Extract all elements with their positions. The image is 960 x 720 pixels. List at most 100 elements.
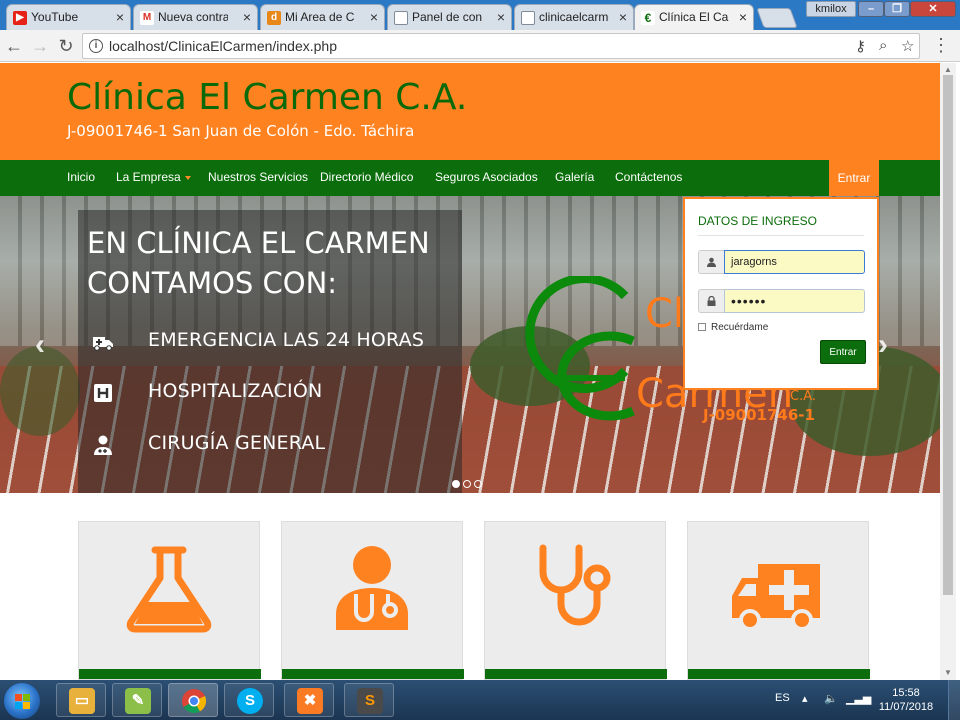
taskbar-chrome[interactable] bbox=[168, 683, 218, 717]
doctor-icon bbox=[336, 546, 408, 630]
scroll-thumb[interactable] bbox=[943, 75, 953, 595]
taskbar-skype[interactable]: S bbox=[224, 683, 274, 717]
new-tab-button[interactable] bbox=[756, 8, 798, 28]
folder-icon: ▭ bbox=[69, 688, 95, 714]
service-card-doctors[interactable] bbox=[281, 521, 464, 680]
close-window-button[interactable]: ✕ bbox=[910, 1, 956, 17]
close-icon[interactable]: × bbox=[370, 9, 378, 25]
nav-servicios[interactable]: Nuestros Servicios bbox=[208, 170, 308, 184]
close-icon[interactable]: × bbox=[116, 9, 124, 25]
taskbar-xampp[interactable]: ✖ bbox=[284, 683, 334, 717]
checkbox-box[interactable] bbox=[698, 323, 706, 331]
divider bbox=[698, 235, 864, 236]
profile-button[interactable]: kmilox bbox=[806, 1, 856, 17]
tab-label: Mi Area de Cliente bbox=[285, 10, 355, 24]
user-md-icon bbox=[94, 435, 112, 455]
skype-icon: S bbox=[237, 688, 263, 714]
nav-contactenos[interactable]: Contáctenos bbox=[615, 170, 682, 184]
taskbar-notepad[interactable]: ✎ bbox=[112, 683, 162, 717]
card-bar bbox=[688, 669, 870, 679]
close-icon[interactable]: × bbox=[497, 9, 505, 25]
site-subtitle: J-09001746-1 San Juan de Colón - Edo. Tá… bbox=[67, 122, 415, 140]
youtube-icon: ▶ bbox=[13, 11, 27, 25]
service-card-emergency[interactable] bbox=[687, 521, 870, 680]
address-bar[interactable]: i localhost/ClinicaElCarmen/index.php ⚷ … bbox=[82, 33, 920, 59]
tab-control-panel[interactable]: Panel de control × bbox=[387, 4, 512, 30]
site-title: Clínica El Carmen C.A. bbox=[67, 77, 468, 118]
back-button[interactable]: ← bbox=[2, 34, 26, 58]
carousel-prev-button[interactable]: ‹ bbox=[35, 328, 45, 362]
feature-label: EMERGENCIA LAS 24 HORAS bbox=[148, 329, 425, 351]
browser-tabstrip: ▶ YouTube × M Nueva contraseña × d Mi Ar… bbox=[0, 0, 960, 30]
remember-checkbox[interactable]: Recuérdame bbox=[698, 322, 768, 333]
carousel-next-button[interactable]: › bbox=[878, 328, 888, 362]
lock-addon bbox=[698, 289, 724, 313]
nav-seguros[interactable]: Seguros Asociados bbox=[435, 170, 538, 184]
taskbar-sublime[interactable]: S bbox=[344, 683, 394, 717]
volume-icon[interactable]: 🔈 bbox=[824, 692, 838, 705]
feature-label: CIRUGÍA GENERAL bbox=[148, 432, 326, 454]
logo-text-ca: C.A. bbox=[790, 389, 817, 404]
star-icon[interactable]: ☆ bbox=[901, 37, 914, 55]
tab-label: Nueva contraseña bbox=[158, 10, 228, 24]
tab-youtube[interactable]: ▶ YouTube × bbox=[6, 4, 131, 30]
login-submit-button[interactable]: Entrar bbox=[820, 340, 866, 364]
url-text: localhost/ClinicaElCarmen/index.php bbox=[109, 38, 338, 54]
start-button[interactable] bbox=[4, 683, 40, 719]
close-icon[interactable]: × bbox=[243, 9, 251, 25]
nav-login-button[interactable]: Entrar bbox=[829, 160, 879, 196]
username-input[interactable]: jaragorns bbox=[724, 250, 865, 274]
language-indicator[interactable]: ES bbox=[775, 692, 790, 704]
remember-label: Recuérdame bbox=[711, 322, 769, 333]
lock-icon bbox=[707, 296, 716, 306]
tab-client-area[interactable]: d Mi Area de Cliente × bbox=[260, 4, 385, 30]
tab-label: Panel de control bbox=[412, 10, 482, 24]
zoom-icon[interactable]: ⌕ bbox=[879, 37, 887, 54]
carousel-dot[interactable] bbox=[452, 480, 460, 488]
tab-clinica-active[interactable]: € Clínica El Carmen × bbox=[634, 4, 754, 30]
tray-arrow-icon[interactable]: ▴ bbox=[802, 692, 808, 705]
feature-label: HOSPITALIZACIÓN bbox=[148, 380, 323, 402]
scroll-up-icon[interactable]: ▲ bbox=[944, 65, 952, 74]
tab-gmail[interactable]: M Nueva contraseña × bbox=[133, 4, 258, 30]
carousel-dot[interactable] bbox=[463, 480, 471, 488]
minimize-button[interactable]: – bbox=[858, 1, 884, 17]
scroll-down-icon[interactable]: ▼ bbox=[944, 668, 952, 677]
ambulance-icon bbox=[732, 564, 820, 631]
nav-la-empresa[interactable]: La Empresa bbox=[116, 170, 191, 184]
nav-inicio[interactable]: Inicio bbox=[67, 170, 95, 184]
page-scrollbar[interactable]: ▲ ▼ bbox=[940, 63, 956, 680]
tab-label: clinicaelcarmen bbox=[539, 10, 609, 24]
maximize-button[interactable]: ❐ bbox=[884, 1, 910, 17]
tab-clinicaelcarmen[interactable]: clinicaelcarmen × bbox=[514, 4, 634, 30]
clinic-logo-icon bbox=[525, 276, 635, 421]
network-icon[interactable]: ▁▃▅ bbox=[846, 692, 871, 705]
show-desktop-button[interactable] bbox=[948, 680, 960, 720]
menu-icon[interactable]: ⋮ bbox=[932, 35, 950, 56]
nav-directorio[interactable]: Directorio Médico bbox=[320, 170, 413, 184]
windows-logo-icon bbox=[23, 694, 30, 701]
carousel-dot[interactable] bbox=[474, 480, 482, 488]
nav-galeria[interactable]: Galería bbox=[555, 170, 594, 184]
password-input[interactable]: •••••• bbox=[724, 289, 865, 313]
forward-button[interactable]: → bbox=[28, 34, 52, 58]
page-icon bbox=[521, 11, 535, 25]
service-card-lab[interactable] bbox=[78, 521, 261, 680]
stethoscope-icon bbox=[539, 544, 611, 626]
windows-logo-icon bbox=[23, 702, 30, 709]
carousel-heading: EN CLÍNICA EL CARMEN CONTAMOS CON: bbox=[87, 226, 430, 300]
caret-down-icon bbox=[184, 175, 191, 180]
reload-button[interactable]: ↻ bbox=[54, 34, 78, 58]
hospital-icon bbox=[94, 384, 112, 402]
taskbar-explorer[interactable]: ▭ bbox=[56, 683, 106, 717]
key-icon[interactable]: ⚷ bbox=[855, 37, 866, 55]
tray-clock[interactable]: 15:58 11/07/2018 bbox=[874, 686, 938, 714]
close-icon[interactable]: × bbox=[619, 9, 627, 25]
screen: ▶ YouTube × M Nueva contraseña × d Mi Ar… bbox=[0, 0, 960, 720]
close-icon[interactable]: × bbox=[739, 9, 747, 25]
info-icon[interactable]: i bbox=[89, 39, 103, 53]
hosting-icon: d bbox=[267, 11, 281, 25]
service-card-services[interactable] bbox=[484, 521, 667, 680]
card-bar bbox=[79, 669, 261, 679]
page-viewport: Clínica El Carmen C.A. J-09001746-1 San … bbox=[0, 63, 940, 680]
